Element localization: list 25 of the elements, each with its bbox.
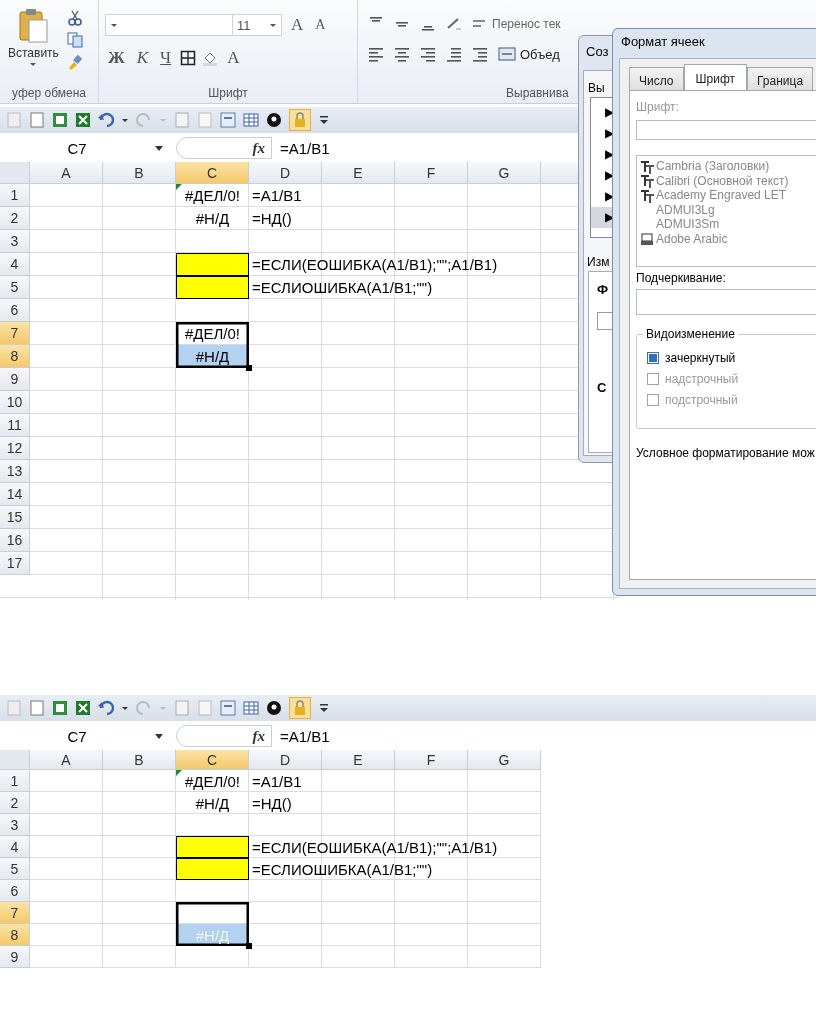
cell-text: =НД() bbox=[252, 210, 292, 227]
field-label: Изм bbox=[587, 255, 610, 269]
cell-text: #Н/Д bbox=[195, 794, 230, 812]
panel-text: С bbox=[597, 380, 607, 395]
cell-text: =A1/B1 bbox=[252, 772, 302, 790]
field-label: Подчеркивание: bbox=[636, 271, 726, 285]
group-label: Шрифт bbox=[208, 85, 248, 102]
field-label: Шрифт: bbox=[636, 100, 679, 114]
field-label: Вы bbox=[588, 81, 605, 95]
cell-text: =ЕСЛИОШИБКА(A1/B1;"") bbox=[252, 279, 433, 296]
cell-text: =A1/B1 bbox=[252, 187, 302, 204]
dialog-title: Соз bbox=[586, 44, 609, 59]
cell-text: #ДЕЛ/0! bbox=[185, 772, 240, 790]
cell-text: =ЕСЛИОШИБКА(A1/B1;"") bbox=[252, 860, 433, 878]
group-title: Видоизменение bbox=[643, 327, 738, 341]
cell-text: =НД() bbox=[252, 794, 292, 812]
group-label: уфер обмена bbox=[12, 85, 86, 102]
cell-text: =ЕСЛИ(ЕОШИБКА(A1/B1);"";A1/B1) bbox=[252, 838, 498, 856]
cell-text: #Н/Д bbox=[195, 210, 230, 227]
cell-text: #ДЕЛ/0! bbox=[185, 187, 240, 204]
cell-text: =ЕСЛИ(ЕОШИБКА(A1/B1);"";A1/B1) bbox=[252, 256, 498, 273]
group-label: Выравнива bbox=[505, 85, 569, 102]
panel-text: Ф bbox=[597, 282, 609, 297]
note-text: Условное форматирование мож bbox=[636, 446, 815, 460]
dialog-title: Формат ячеек bbox=[621, 34, 705, 49]
